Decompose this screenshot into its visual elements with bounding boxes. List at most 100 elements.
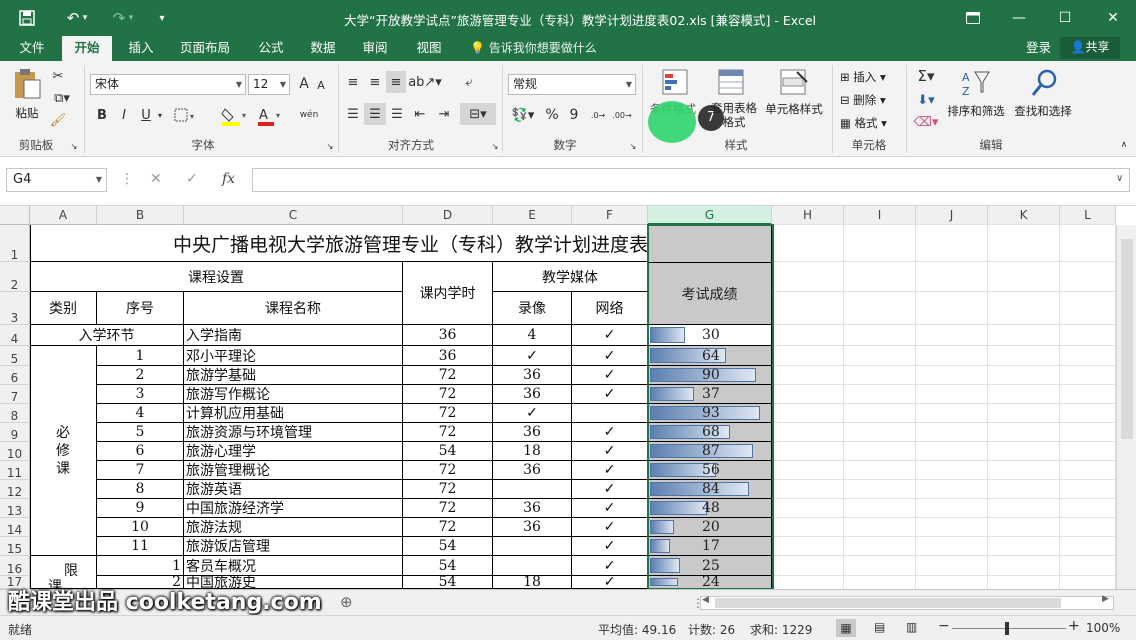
cell-score[interactable]: 30 bbox=[648, 325, 772, 346]
cell-video[interactable]: 18 bbox=[493, 442, 572, 461]
row-header[interactable]: 6 bbox=[0, 366, 30, 385]
save-icon[interactable] bbox=[12, 0, 42, 36]
category-required[interactable]: 必修课 bbox=[30, 346, 97, 556]
cell-network[interactable]: ✓ bbox=[572, 385, 648, 404]
cell-score[interactable]: 87 bbox=[648, 442, 772, 461]
align-right-icon[interactable]: ☰ bbox=[388, 105, 406, 123]
column-header[interactable]: I bbox=[844, 206, 916, 225]
name-box[interactable]: G4 ▼ bbox=[6, 168, 107, 192]
clear-icon[interactable]: ⌫▾ bbox=[912, 113, 940, 131]
cell-course-name[interactable]: 旅游心理学 bbox=[184, 442, 403, 461]
format-as-table-icon[interactable] bbox=[716, 67, 748, 97]
align-center-icon[interactable]: ☰ bbox=[364, 103, 386, 125]
number-format-select[interactable]: 常规 ▼ bbox=[508, 74, 636, 95]
cell-seq[interactable]: 3 bbox=[97, 385, 184, 404]
insert-function-icon[interactable]: fx bbox=[222, 171, 235, 187]
conditional-formatting-icon[interactable] bbox=[660, 67, 692, 97]
cell-network[interactable]: ✓ bbox=[572, 480, 648, 499]
cell-seq[interactable]: 2 bbox=[97, 366, 184, 385]
underline-button[interactable]: U bbox=[138, 105, 154, 125]
cell-hours[interactable]: 72 bbox=[403, 366, 493, 385]
cell-score[interactable]: 56 bbox=[648, 461, 772, 480]
cell-video[interactable]: 18 bbox=[493, 576, 572, 589]
cell-hours[interactable]: 72 bbox=[403, 499, 493, 518]
expand-formula-bar-icon[interactable]: ∨ bbox=[1116, 173, 1123, 184]
cell-course-name[interactable]: 旅游资源与环境管理 bbox=[184, 423, 403, 442]
header-hours[interactable]: 课内学时 bbox=[403, 262, 493, 325]
cell-network[interactable]: ✓ bbox=[572, 325, 648, 346]
orientation-icon[interactable]: ab↗▾ bbox=[408, 73, 442, 91]
column-header[interactable]: A bbox=[30, 206, 97, 225]
add-sheet-icon[interactable]: ⊕ bbox=[340, 593, 353, 611]
cell-seq[interactable]: 1 bbox=[97, 556, 184, 576]
redo-dropdown-icon[interactable]: ▾ bbox=[124, 0, 138, 36]
select-all-corner[interactable] bbox=[0, 206, 30, 225]
cell-course-name[interactable]: 旅游管理概论 bbox=[184, 461, 403, 480]
header-media[interactable]: 教学媒体 bbox=[493, 262, 648, 292]
row-header[interactable]: 1 bbox=[0, 225, 30, 262]
cell-seq[interactable]: 11 bbox=[97, 537, 184, 556]
shrink-font-icon[interactable]: A bbox=[314, 76, 328, 94]
column-header[interactable]: C bbox=[184, 206, 403, 225]
row-header[interactable]: 15 bbox=[0, 537, 30, 556]
dialog-launcher-icon[interactable]: ↘ bbox=[490, 141, 500, 151]
copy-icon[interactable]: ⧉▾ bbox=[48, 89, 76, 107]
sheet-title-cell[interactable]: 中央广播电视大学旅游管理专业（专科）教学计划进度表 bbox=[30, 225, 648, 262]
cell-network[interactable]: ✓ bbox=[572, 366, 648, 385]
font-size-select[interactable]: 12 ▼ bbox=[248, 74, 290, 95]
scrollbar-thumb[interactable] bbox=[1121, 239, 1133, 439]
delete-cells-button[interactable]: ⊟ 删除 ▾ bbox=[840, 92, 900, 108]
cell-course-name[interactable]: 旅游饭店管理 bbox=[184, 537, 403, 556]
cell-network[interactable]: ✓ bbox=[572, 537, 648, 556]
row-header[interactable]: 10 bbox=[0, 442, 30, 461]
header-seq[interactable]: 序号 bbox=[97, 292, 184, 325]
cell-hours[interactable]: 72 bbox=[403, 404, 493, 423]
phonetic-icon[interactable]: wén bbox=[298, 103, 320, 127]
cell-video[interactable] bbox=[493, 537, 572, 556]
cell-styles-button[interactable]: 单元格样式 bbox=[762, 101, 826, 117]
wrap-text-icon[interactable]: ⤶ bbox=[458, 71, 480, 93]
cell-seq[interactable]: 8 bbox=[97, 480, 184, 499]
page-layout-view-icon[interactable]: ▤ bbox=[874, 620, 885, 634]
cancel-icon[interactable]: ✕ bbox=[150, 171, 162, 187]
cell-course-name[interactable]: 旅游法规 bbox=[184, 518, 403, 537]
cell-hours[interactable]: 72 bbox=[403, 385, 493, 404]
cell-seq[interactable]: 5 bbox=[97, 423, 184, 442]
cell-network[interactable]: ✓ bbox=[572, 442, 648, 461]
score-header-top[interactable] bbox=[648, 225, 772, 262]
cell-video[interactable]: 36 bbox=[493, 385, 572, 404]
cell-video[interactable]: 36 bbox=[493, 518, 572, 537]
category-entry[interactable]: 入学环节 bbox=[30, 325, 184, 346]
collapse-ribbon-icon[interactable]: ∧ bbox=[1118, 139, 1130, 151]
scrollbar-thumb[interactable] bbox=[715, 598, 1061, 608]
cell-network[interactable]: ✓ bbox=[572, 423, 648, 442]
format-cells-button[interactable]: ▦ 格式 ▾ bbox=[840, 115, 900, 131]
format-as-table-button[interactable]: 套用表格格式 bbox=[708, 101, 760, 129]
row-header[interactable]: 11 bbox=[0, 461, 30, 480]
sort-filter-icon[interactable]: AZ bbox=[960, 67, 992, 99]
cut-icon[interactable]: ✂ bbox=[48, 67, 68, 85]
align-top-icon[interactable]: ≡ bbox=[344, 73, 362, 91]
column-header[interactable]: L bbox=[1060, 206, 1116, 225]
tab-home[interactable]: 开始 bbox=[62, 36, 112, 61]
cell-score[interactable]: 64 bbox=[648, 346, 772, 366]
cell-course-name[interactable]: 计算机应用基础 bbox=[184, 404, 403, 423]
underline-dropdown-icon[interactable]: ▾ bbox=[155, 105, 165, 125]
dialog-launcher-icon[interactable]: ↘ bbox=[69, 141, 79, 151]
row-header[interactable]: 14 bbox=[0, 518, 30, 537]
cell-score[interactable]: 37 bbox=[648, 385, 772, 404]
cell-seq[interactable]: 9 bbox=[97, 499, 184, 518]
row-header[interactable]: 13 bbox=[0, 499, 30, 518]
cell-score[interactable]: 17 bbox=[648, 537, 772, 556]
cell-course-name[interactable]: 邓小平理论 bbox=[184, 346, 403, 366]
cell-network[interactable]: ✓ bbox=[572, 556, 648, 576]
tab-data[interactable]: 数据 bbox=[300, 36, 346, 61]
row-header[interactable]: 7 bbox=[0, 385, 30, 404]
enter-icon[interactable]: ✓ bbox=[186, 171, 198, 187]
cell-video[interactable]: 36 bbox=[493, 461, 572, 480]
cell-score[interactable]: 90 bbox=[648, 366, 772, 385]
align-bottom-icon[interactable]: ≡ bbox=[386, 71, 406, 93]
cell-video[interactable]: ✓ bbox=[493, 404, 572, 423]
cell-video[interactable]: 36 bbox=[493, 499, 572, 518]
cell-course-name[interactable]: 中国旅游经济学 bbox=[184, 499, 403, 518]
